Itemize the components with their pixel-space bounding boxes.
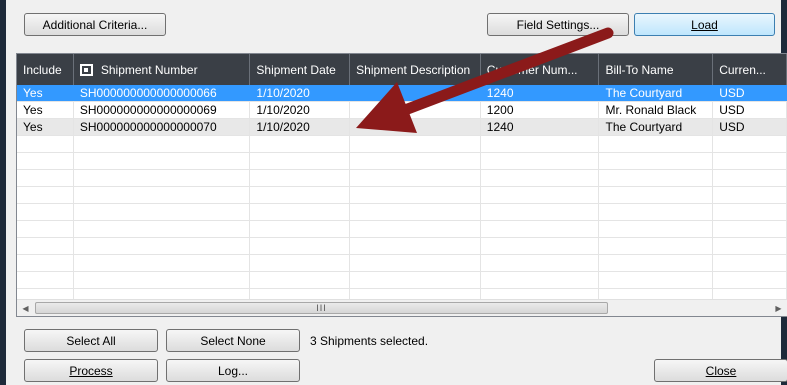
grid-rows: Yes SH000000000000000066 1/10/2020 1240 …	[17, 85, 787, 306]
cell-bill-to-name[interactable]: The Courtyard	[599, 119, 714, 135]
col-header-shipment-date[interactable]: Shipment Date	[250, 54, 351, 85]
empty-row	[17, 255, 787, 272]
cell-shipment-description[interactable]	[350, 85, 481, 101]
table-row[interactable]: Yes SH000000000000000069 1/10/2020 1200 …	[17, 102, 787, 119]
cell-customer-number[interactable]: 1240	[481, 85, 600, 101]
cell-bill-to-name[interactable]: Mr. Ronald Black	[599, 102, 714, 118]
empty-row	[17, 204, 787, 221]
empty-row	[17, 272, 787, 289]
cell-currency[interactable]: USD	[713, 85, 787, 101]
additional-criteria-button[interactable]: Additional Criteria...	[24, 13, 166, 36]
shipment-grid[interactable]: Include Shipment Number Shipment Date Sh…	[16, 53, 787, 317]
scroll-left-icon[interactable]: ◀	[17, 300, 34, 316]
col-header-shipment-description[interactable]: Shipment Description	[350, 54, 481, 85]
empty-row	[17, 187, 787, 204]
cell-include[interactable]: Yes	[17, 85, 74, 101]
cell-shipment-number[interactable]: SH000000000000000069	[74, 102, 251, 118]
table-row[interactable]: Yes SH000000000000000070 1/10/2020 1240 …	[17, 119, 787, 136]
col-header-customer-number[interactable]: Customer Num...	[481, 54, 600, 85]
process-button-label: Process	[69, 363, 113, 378]
empty-row	[17, 153, 787, 170]
cell-shipment-date[interactable]: 1/10/2020	[250, 102, 351, 118]
field-settings-button[interactable]: Field Settings...	[487, 13, 629, 36]
cell-customer-number[interactable]: 1240	[481, 119, 600, 135]
process-button[interactable]: Process	[24, 359, 158, 382]
cell-customer-number[interactable]: 1200	[481, 102, 600, 118]
load-button[interactable]: Load	[634, 13, 775, 36]
cell-currency[interactable]: USD	[713, 102, 787, 118]
col-header-include[interactable]: Include	[17, 54, 74, 85]
scroll-right-icon[interactable]: ▶	[770, 300, 787, 316]
col-header-bill-to-name[interactable]: Bill-To Name	[599, 54, 714, 85]
grid-header: Include Shipment Number Shipment Date Sh…	[17, 54, 787, 85]
key-field-icon	[79, 63, 93, 76]
empty-row	[17, 136, 787, 153]
cell-shipment-number[interactable]: SH000000000000000066	[74, 85, 251, 101]
empty-row	[17, 238, 787, 255]
cell-bill-to-name[interactable]: The Courtyard	[599, 85, 714, 101]
cell-shipment-date[interactable]: 1/10/2020	[250, 85, 351, 101]
empty-row	[17, 170, 787, 187]
close-button-label: Close	[705, 363, 737, 378]
cell-currency[interactable]: USD	[713, 119, 787, 135]
col-header-shipment-number-label: Shipment Number	[100, 62, 198, 77]
table-row[interactable]: Yes SH000000000000000066 1/10/2020 1240 …	[17, 85, 787, 102]
cell-shipment-description[interactable]	[350, 119, 481, 135]
close-button[interactable]: Close	[654, 359, 787, 382]
load-button-label: Load	[691, 17, 718, 32]
cell-shipment-description[interactable]	[350, 102, 481, 118]
horizontal-scrollbar[interactable]: ◀ III ▶	[17, 299, 787, 316]
cell-include[interactable]: Yes	[17, 102, 74, 118]
shipment-window: Additional Criteria... Field Settings...…	[0, 0, 787, 385]
empty-row	[17, 221, 787, 238]
select-none-button[interactable]: Select None	[166, 329, 300, 352]
col-header-currency[interactable]: Curren...	[713, 54, 787, 85]
col-header-shipment-number[interactable]: Shipment Number	[74, 54, 251, 85]
scroll-thumb[interactable]: III	[35, 302, 608, 314]
cell-shipment-date[interactable]: 1/10/2020	[250, 119, 351, 135]
select-all-button[interactable]: Select All	[24, 329, 158, 352]
cell-shipment-number[interactable]: SH000000000000000070	[74, 119, 251, 135]
log-button[interactable]: Log...	[166, 359, 300, 382]
cell-include[interactable]: Yes	[17, 119, 74, 135]
status-text: 3 Shipments selected.	[310, 334, 429, 348]
